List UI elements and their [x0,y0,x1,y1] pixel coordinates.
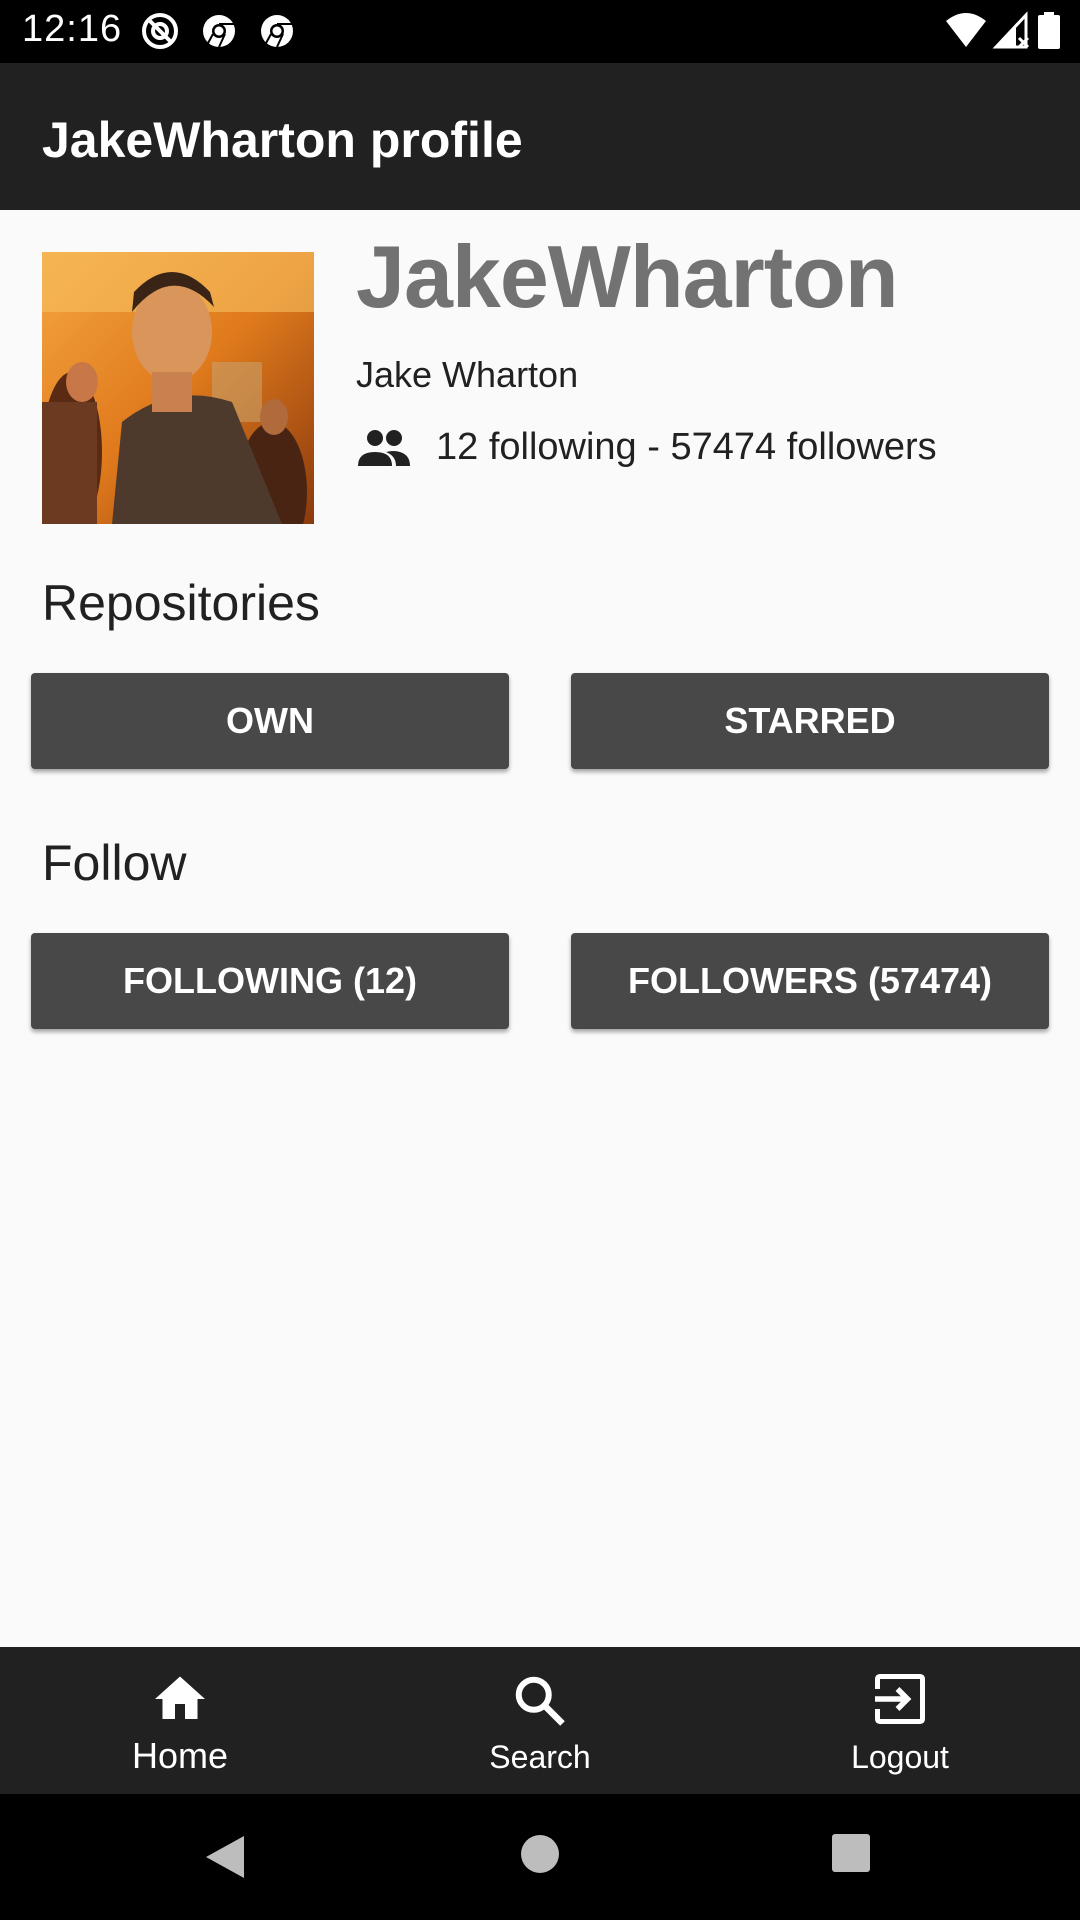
home-circle-icon[interactable] [518,1832,562,1876]
profile-photo [42,252,314,524]
nav-logout[interactable]: Logout [720,1647,1080,1794]
at-sign-icon [142,13,178,49]
battery-icon [1038,12,1060,49]
nav-search-label: Search [489,1739,591,1775]
chrome-icon [203,15,235,48]
full-name: Jake Wharton [356,354,579,395]
back-icon[interactable] [200,1832,250,1882]
nav-logout-label: Logout [851,1739,949,1775]
app-bar: JakeWharton profile [0,63,1080,210]
recents-icon[interactable] [830,1832,872,1874]
followers-button[interactable]: FOLLOWERS (57474) [571,933,1049,1029]
search-icon [515,1676,565,1726]
following-button[interactable]: FOLLOWING (12) [31,933,509,1029]
follow-heading: Follow [42,835,187,891]
people-icon [358,430,410,466]
logout-icon [875,1674,925,1724]
system-navigation-bar [0,1794,1080,1920]
signal-icon [992,11,1030,49]
status-bar: 12:16 [0,0,1080,63]
page-title: JakeWharton profile [42,112,523,168]
own-repos-button[interactable]: OWN [31,673,509,769]
nav-search[interactable]: Search [360,1647,720,1794]
chrome-icon [261,15,293,48]
home-icon [155,1676,205,1719]
repositories-heading: Repositories [42,575,320,631]
username: JakeWharton [356,227,899,326]
avatar [42,252,314,524]
nav-home[interactable]: Home [0,1647,360,1794]
wifi-icon [946,13,986,47]
status-time: 12:16 [22,8,123,50]
bottom-navigation: Home Search Logout [0,1647,1080,1794]
follow-stats: 12 following - 57474 followers [436,426,937,468]
starred-repos-button[interactable]: STARRED [571,673,1049,769]
nav-home-label: Home [131,1735,229,1776]
